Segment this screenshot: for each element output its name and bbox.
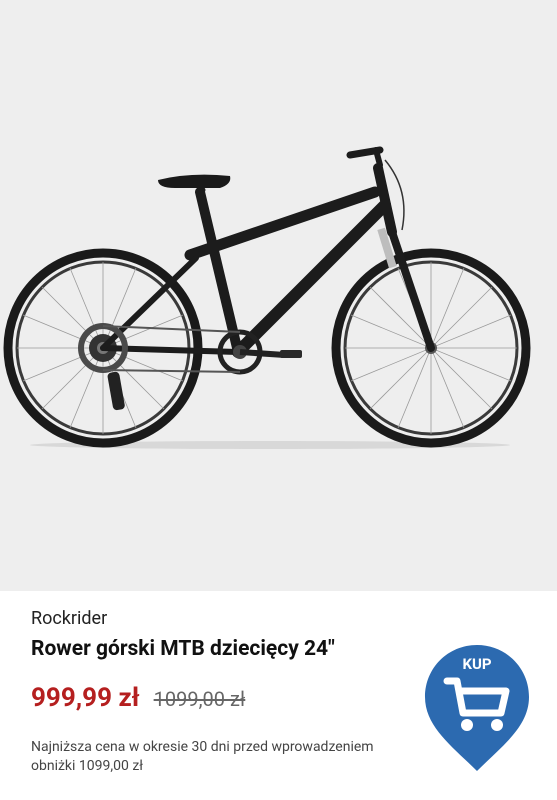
price-row: 999,99 zł 1099,00 zł xyxy=(31,683,245,713)
buy-label: KUP xyxy=(462,655,492,673)
old-price: 1099,00 zł xyxy=(153,687,246,711)
product-title[interactable]: Rower górski MTB dziecięcy 24" xyxy=(31,637,335,661)
product-brand[interactable]: Rockrider xyxy=(31,608,107,629)
buy-button[interactable]: KUP xyxy=(423,643,531,773)
saddle xyxy=(158,174,231,188)
bicycle-image xyxy=(3,146,531,449)
current-price: 999,99 zł xyxy=(31,683,140,713)
product-image[interactable] xyxy=(0,0,557,591)
lowest-price-note: Najniższa cena w okresie 30 dni przed wp… xyxy=(31,739,374,774)
bike-frame xyxy=(100,146,435,358)
